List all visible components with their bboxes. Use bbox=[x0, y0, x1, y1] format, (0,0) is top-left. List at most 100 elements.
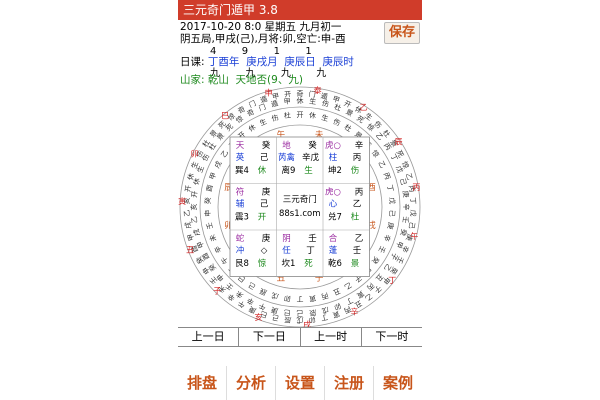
band-glyph: 杜 bbox=[283, 110, 291, 120]
rike-label: 日课: bbox=[180, 56, 208, 68]
band-glyph: 辛 bbox=[212, 244, 223, 254]
band-glyph: 壬 bbox=[401, 216, 411, 224]
palace-god-text: 合 bbox=[329, 233, 338, 244]
prev-day-button[interactable]: 上一日 bbox=[178, 328, 240, 346]
red-mark-glyph: 丁 bbox=[388, 276, 396, 285]
band-glyph: 辛 bbox=[226, 292, 237, 303]
band-glyph: 休 bbox=[191, 177, 201, 186]
next-day-button[interactable]: 下一日 bbox=[239, 328, 301, 346]
band-glyph: 寅 bbox=[309, 294, 317, 304]
band-glyph: 休 bbox=[297, 96, 304, 105]
palace-god-text: 符 bbox=[236, 187, 245, 198]
band-glyph: 门 bbox=[257, 102, 267, 113]
palace-gate-text: 杜 bbox=[351, 212, 360, 223]
band-glyph: 酉 bbox=[205, 184, 214, 192]
band-glyph: 休 bbox=[309, 110, 317, 120]
band-glyph: 奇 bbox=[236, 104, 247, 115]
band-glyph: 开 bbox=[297, 111, 304, 119]
palace-god-text: 阴 bbox=[282, 234, 291, 244]
band-glyph: 生 bbox=[363, 111, 374, 122]
palace-gate-text: 景 bbox=[351, 259, 360, 269]
band-glyph: 景 bbox=[344, 108, 354, 118]
palace-star-text: 蓬 bbox=[329, 245, 338, 256]
red-mark-glyph: 丑 bbox=[186, 246, 194, 255]
band-glyph: 寅 bbox=[355, 289, 366, 300]
bottom-tab-bar: 排盘 分析 设置 注册 案例 bbox=[178, 366, 422, 400]
band-glyph: 生 bbox=[309, 96, 317, 106]
palace-heaven-stem-text: 辛 bbox=[355, 140, 364, 151]
band-glyph: 卯 bbox=[333, 301, 343, 312]
red-mark-glyph: 泰 bbox=[314, 85, 322, 95]
band-glyph: 惊 bbox=[234, 114, 245, 125]
red-mark-glyph: 午 bbox=[410, 231, 418, 241]
band-glyph: 癸 bbox=[370, 255, 381, 266]
tab-fenxi[interactable]: 分析 bbox=[227, 366, 276, 400]
band-glyph: 辛 bbox=[245, 296, 255, 307]
band-glyph: 酉 bbox=[201, 251, 211, 261]
band-glyph: 庚 bbox=[270, 305, 279, 315]
app-title-bar: 三元奇门遁甲 3.8 bbox=[178, 0, 422, 20]
tab-zhuce[interactable]: 注册 bbox=[325, 366, 374, 400]
tab-paipan[interactable]: 排盘 bbox=[178, 366, 227, 400]
prev-hour-button[interactable]: 上一时 bbox=[301, 328, 362, 346]
band-glyph: 生 bbox=[258, 117, 268, 128]
palace-gate-text: 休 bbox=[258, 165, 267, 176]
band-glyph: 己 bbox=[388, 210, 396, 218]
band-glyph: 癸 bbox=[398, 228, 408, 237]
palace-gate-text: 惊 bbox=[258, 258, 267, 269]
center-brand-text: 三元奇门 bbox=[283, 194, 317, 205]
red-mark-glyph: 辰 bbox=[395, 138, 403, 147]
palace-star-text: 冲 bbox=[236, 245, 245, 256]
palace-stem-text: 壬 bbox=[353, 245, 362, 256]
band-glyph: 杜 bbox=[343, 122, 354, 133]
palace-gate-text: 伤 bbox=[351, 165, 360, 176]
next-hour-button[interactable]: 下一时 bbox=[362, 328, 422, 346]
band-glyph: 戊 bbox=[388, 197, 397, 205]
navigation-bar: 上一日 下一日 上一时 下一时 bbox=[178, 327, 422, 347]
band-glyph: 乙 bbox=[220, 149, 231, 159]
palace-heaven-stem-text: 癸 bbox=[262, 140, 271, 151]
band-glyph: 巳 bbox=[283, 308, 291, 317]
palace-trigram-text: 巽4 bbox=[235, 166, 249, 176]
band-glyph: 辛 bbox=[402, 204, 411, 211]
save-button[interactable]: 保存 bbox=[384, 22, 420, 44]
band-glyph: 辰 bbox=[259, 286, 269, 296]
band-glyph: 甲 bbox=[394, 240, 404, 249]
red-mark-glyph: 卯 bbox=[190, 150, 198, 159]
palace-stem-text: ◇ bbox=[261, 246, 268, 256]
band-glyph: 丁 bbox=[344, 296, 354, 306]
palace-trigram-text: 艮8 bbox=[235, 259, 249, 269]
red-mark-glyph: 戌 bbox=[303, 319, 311, 327]
band-glyph: 卯 bbox=[283, 294, 291, 304]
palace-gate-text: 死 bbox=[304, 259, 313, 269]
palace-trigram-text: 震3 bbox=[235, 213, 249, 223]
red-mark-glyph: 乙 bbox=[360, 103, 368, 112]
tab-anli[interactable]: 案例 bbox=[374, 366, 422, 400]
tab-shezhi[interactable]: 设置 bbox=[276, 366, 325, 400]
band-glyph: 己 bbox=[398, 177, 407, 186]
palace-star-text: 心 bbox=[329, 200, 338, 210]
red-mark-glyph: 寅 bbox=[178, 196, 186, 206]
palace-heaven-stem-text: 乙 bbox=[355, 234, 364, 244]
palace-star-text: 英 bbox=[236, 152, 245, 163]
red-mark-glyph: 亥 bbox=[254, 312, 262, 322]
band-glyph: 庚 bbox=[401, 190, 411, 198]
band-glyph: 戊 bbox=[409, 209, 418, 216]
red-mark-glyph: 巳 bbox=[221, 111, 229, 120]
band-glyph: 生 bbox=[320, 113, 329, 124]
palace-gate-text: 生 bbox=[304, 165, 313, 176]
palace-trigram-text: 兑7 bbox=[328, 212, 342, 223]
red-mark-glyph: 申 bbox=[265, 88, 273, 98]
palace-trigram-text: 坎1 bbox=[282, 258, 296, 269]
band-glyph: 子 bbox=[389, 251, 399, 261]
band-glyph: 庚 bbox=[385, 221, 395, 230]
palace-star-text: 柱 bbox=[329, 152, 338, 163]
band-glyph: 丁 bbox=[389, 153, 399, 163]
band-glyph: 亥 bbox=[189, 204, 198, 211]
palace-trigram-text: 离9 bbox=[282, 165, 296, 176]
center-site-text: 88s1.com bbox=[279, 209, 321, 219]
palace-gate-text: 开 bbox=[258, 213, 267, 223]
palace-trigram-text: 坤2 bbox=[328, 165, 342, 176]
palace-god-text: 虎○ bbox=[325, 187, 341, 198]
palace-god-text: 地 bbox=[282, 140, 291, 151]
